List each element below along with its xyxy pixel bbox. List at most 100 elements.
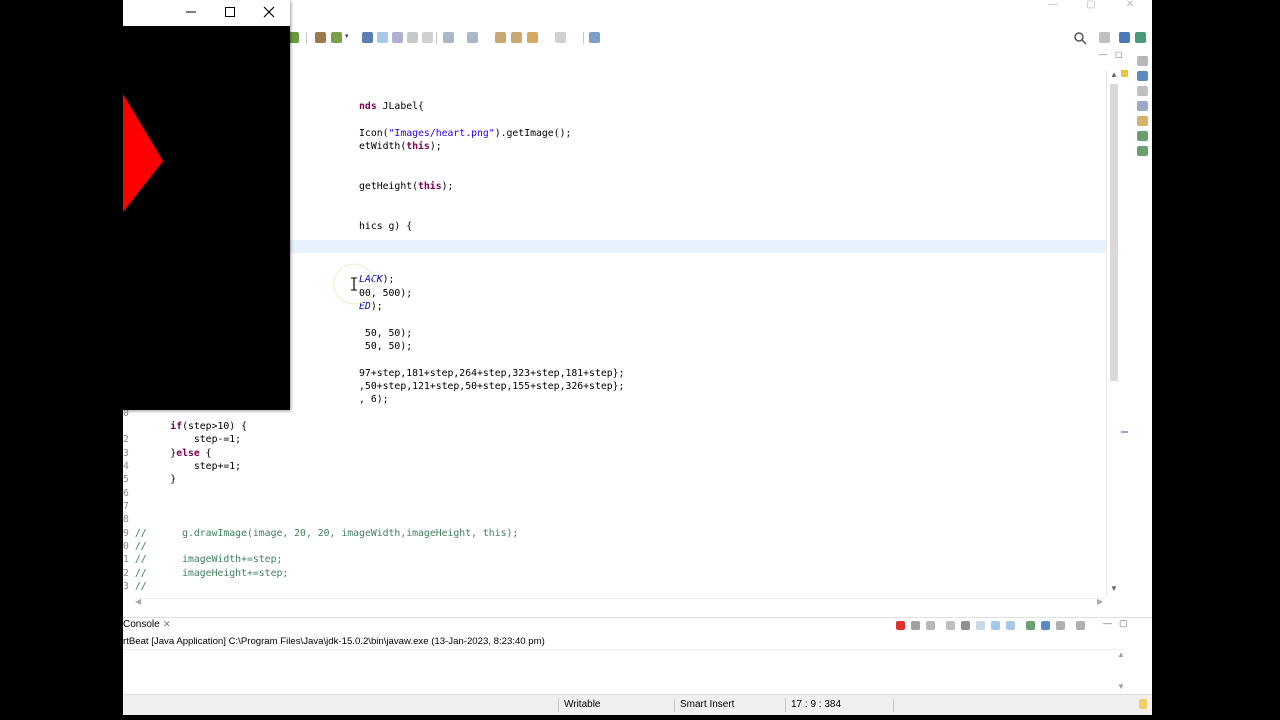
- console-tab[interactable]: Console: [123, 619, 160, 630]
- code-text: }: [129, 474, 177, 486]
- occurrence-marker[interactable]: [1121, 431, 1128, 433]
- code-line[interactable]: 5 }: [123, 473, 1103, 486]
- close-icon[interactable]: ✕: [163, 619, 171, 630]
- pin-console-icon[interactable]: [1026, 621, 1035, 630]
- code-line[interactable]: 1 // imageWidth+=step;: [123, 553, 1103, 566]
- code-line[interactable]: 2 // imageHeight+=step;: [123, 567, 1103, 580]
- view-minimize-button[interactable]: —: [1103, 618, 1112, 628]
- javadoc-icon[interactable]: [1137, 101, 1148, 111]
- close-icon: [263, 6, 275, 18]
- code-text: // g.drawImage(image, 20, 20, imageWidth…: [134, 527, 519, 539]
- open-type-icon[interactable]: [315, 32, 326, 43]
- console-vertical-scrollbar[interactable]: ▲ ▼: [1117, 650, 1127, 692]
- word-wrap-icon[interactable]: [976, 621, 985, 630]
- search-toggle-icon[interactable]: [362, 32, 373, 43]
- code-line[interactable]: if(step>10) {: [123, 420, 1103, 433]
- pilcrow-icon[interactable]: [422, 32, 433, 43]
- scroll-right-icon[interactable]: ▶: [1097, 597, 1103, 606]
- code-text: //: [134, 580, 147, 592]
- debug-perspective-icon[interactable]: [1135, 32, 1146, 43]
- line-number: 8: [123, 514, 129, 526]
- status-bar: Writable Smart Insert 17 : 9 : 384: [123, 694, 1152, 715]
- app-title-bar[interactable]: [123, 0, 290, 27]
- open-task-icon[interactable]: [331, 32, 342, 43]
- editor-vertical-scrollbar[interactable]: ▲ ▼: [1106, 70, 1121, 596]
- console-launch-info: rtBeat [Java Application] C:\Program Fil…: [123, 636, 545, 647]
- clear-console-icon[interactable]: [946, 621, 955, 630]
- app-minimize-button[interactable]: [184, 5, 198, 19]
- open-perspective-icon[interactable]: [1099, 32, 1110, 43]
- prev-annotation-icon[interactable]: [467, 32, 478, 43]
- remove-all-icon[interactable]: [926, 621, 935, 630]
- ide-close-button[interactable]: ✕: [1120, 0, 1140, 10]
- new-console-icon[interactable]: [1056, 621, 1065, 630]
- code-line[interactable]: 4 step+=1;: [123, 460, 1103, 473]
- declaration-icon[interactable]: [1137, 116, 1148, 126]
- ide-minimize-button[interactable]: —: [1043, 0, 1063, 10]
- code-line[interactable]: 2 step-=1;: [123, 433, 1103, 446]
- view-maximize-button[interactable]: ▢: [1119, 618, 1128, 629]
- editor-horizontal-scrollbar[interactable]: ◀ ▶: [135, 597, 1105, 609]
- scroll-left-icon[interactable]: ◀: [135, 597, 141, 606]
- mark-occurrences-icon[interactable]: [377, 32, 388, 43]
- editor-minimize-button[interactable]: —: [1099, 50, 1107, 59]
- code-line[interactable]: 6: [123, 487, 1103, 500]
- warning-marker-icon[interactable]: [1121, 70, 1128, 77]
- ide-maximize-button[interactable]: ▢: [1081, 0, 1101, 10]
- code-text: step-=1;: [129, 434, 242, 446]
- scroll-up-icon[interactable]: ▲: [1117, 650, 1125, 659]
- code-text: }else {: [129, 447, 212, 459]
- line-number: 6: [123, 487, 129, 499]
- terminate-icon[interactable]: [896, 621, 905, 630]
- dropdown-icon[interactable]: ▾: [345, 32, 356, 43]
- back-icon[interactable]: [527, 32, 538, 43]
- running-app-window[interactable]: [123, 0, 290, 410]
- overview-ruler[interactable]: [1121, 70, 1129, 596]
- next-annotation-icon[interactable]: [443, 32, 454, 43]
- code-line[interactable]: 7: [123, 500, 1103, 513]
- open-console-icon[interactable]: [1076, 621, 1085, 630]
- outline-icon[interactable]: [1137, 71, 1148, 81]
- scroll-down-icon[interactable]: ▼: [1110, 584, 1118, 593]
- insert-mode-status[interactable]: Smart Insert: [680, 699, 734, 710]
- block-selection-icon[interactable]: [392, 32, 403, 43]
- tip-lightbulb-icon[interactable]: [1139, 699, 1147, 709]
- cursor-position-status: 17 : 9 : 384: [791, 699, 842, 710]
- java-perspective-icon[interactable]: [1119, 32, 1130, 43]
- last-edit-icon[interactable]: [495, 32, 506, 43]
- code-line[interactable]: 3 //: [123, 580, 1103, 593]
- scroll-down-icon[interactable]: ▼: [1117, 682, 1125, 691]
- editor-maximize-button[interactable]: ▢: [1115, 50, 1123, 59]
- pin-editor-icon[interactable]: [589, 32, 600, 43]
- show-whitespace-icon[interactable]: [407, 32, 418, 43]
- code-text: //: [134, 540, 147, 552]
- code-line[interactable]: 0 //: [123, 540, 1103, 553]
- mouse-cursor-icon: [333, 263, 375, 305]
- display-selected-console-icon[interactable]: [1041, 621, 1050, 630]
- console-output[interactable]: [123, 649, 1123, 695]
- app-close-button[interactable]: [262, 5, 276, 19]
- vertical-scroll-thumb[interactable]: [1110, 84, 1118, 381]
- hierarchy-icon[interactable]: [1137, 131, 1148, 141]
- scroll-up-icon[interactable]: ▲: [1110, 70, 1118, 79]
- at-sign-icon[interactable]: [1137, 86, 1148, 96]
- code-line[interactable]: 8: [123, 513, 1103, 526]
- writable-status: Writable: [564, 699, 601, 710]
- search-icon[interactable]: [1073, 31, 1087, 45]
- scroll-lock-icon[interactable]: [961, 621, 970, 630]
- app-maximize-button[interactable]: [223, 5, 237, 19]
- show-on-output-icon[interactable]: [991, 621, 1000, 630]
- heart-shape: [123, 94, 163, 212]
- code-text: // imageHeight+=step;: [134, 567, 289, 579]
- restore-icon[interactable]: [1137, 56, 1148, 66]
- show-on-error-icon[interactable]: [1006, 621, 1015, 630]
- forward-icon[interactable]: [555, 32, 566, 43]
- last-edit-forward-icon[interactable]: [511, 32, 522, 43]
- call-hierarchy-icon[interactable]: [1137, 146, 1148, 156]
- remove-launch-icon[interactable]: [911, 621, 920, 630]
- code-line[interactable]: 9 // g.drawImage(image, 20, 20, imageWid…: [123, 527, 1103, 540]
- code-line[interactable]: 3 }else {: [123, 447, 1103, 460]
- code-text: step+=1;: [129, 460, 242, 472]
- right-trim-stack: [1133, 50, 1152, 160]
- code-text: if(step>10) {: [170, 420, 247, 432]
